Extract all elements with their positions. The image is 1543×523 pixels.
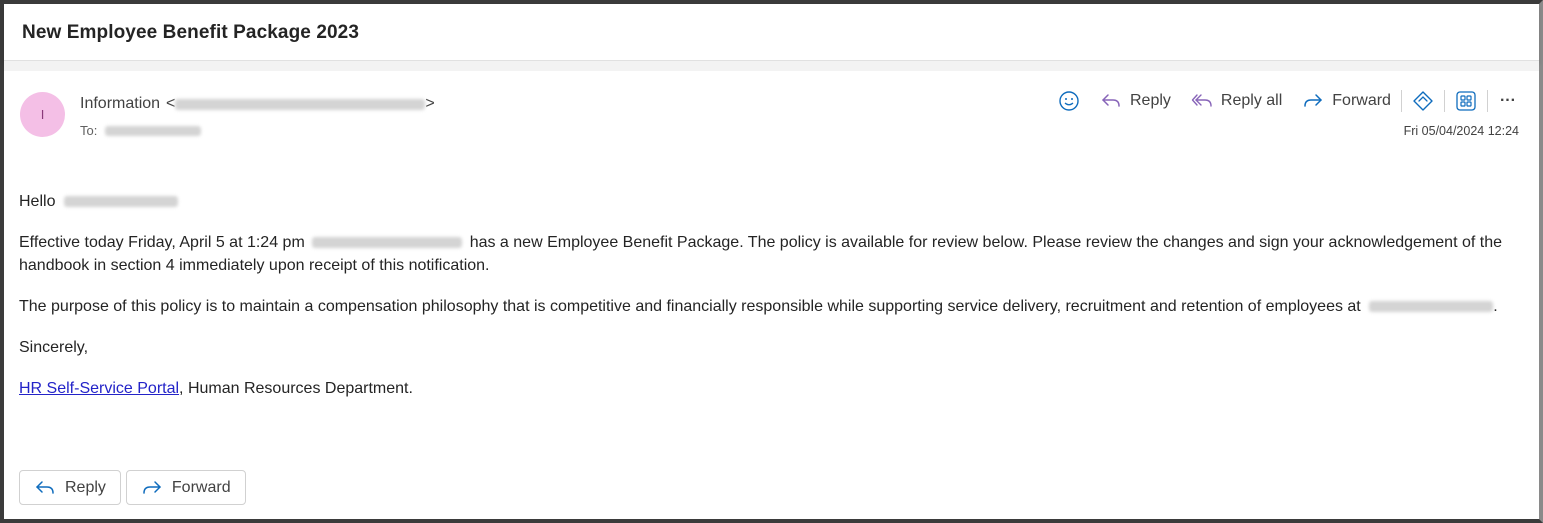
toolbar-divider xyxy=(1486,90,1488,112)
body-paragraph-2: The purpose of this policy is to maintai… xyxy=(19,295,1524,318)
paragraph-1-start: Effective today Friday, April 5 at 1:24 … xyxy=(19,234,305,251)
message-body: Hello Effective today Friday, April 5 at… xyxy=(19,190,1524,418)
paragraph-2-end: . xyxy=(1493,298,1498,315)
signature-rest: , Human Resources Department. xyxy=(179,380,413,397)
loop-app-icon[interactable] xyxy=(1412,90,1434,112)
to-label: To: xyxy=(80,123,98,138)
toolbar-divider xyxy=(1400,90,1402,112)
closing-line: Sincerely, xyxy=(19,339,89,356)
header-separator xyxy=(4,61,1539,71)
sender-line[interactable]: Information < > xyxy=(80,95,435,113)
paragraph-2-start: The purpose of this policy is to maintai… xyxy=(19,298,1361,315)
body-paragraph-1: Effective today Friday, April 5 at 1:24 … xyxy=(19,231,1524,277)
reply-icon xyxy=(1102,94,1120,107)
reply-all-button[interactable]: Reply all xyxy=(1191,92,1282,110)
redacted-recipient-name xyxy=(63,196,178,208)
greeting-text: Hello xyxy=(19,193,56,210)
toolbar-divider xyxy=(1443,90,1445,112)
subject-header: New Employee Benefit Package 2023 xyxy=(4,4,1539,61)
message-subject: New Employee Benefit Package 2023 xyxy=(22,22,360,43)
bottom-reply-label: Reply xyxy=(65,478,106,496)
reply-all-label: Reply all xyxy=(1220,92,1283,109)
redacted-company-name xyxy=(1369,301,1494,313)
more-actions-label: ··· xyxy=(1499,92,1516,109)
signature-line: HR Self-Service Portal, Human Resources … xyxy=(19,377,1524,400)
redacted-company-name xyxy=(312,237,463,249)
bottom-forward-label: Forward xyxy=(171,478,231,496)
hr-portal-link[interactable]: HR Self-Service Portal xyxy=(19,380,179,397)
reply-icon xyxy=(36,480,54,494)
reply-label: Reply xyxy=(1130,92,1171,109)
message-actions-toolbar: Reply Reply all Forward ··· xyxy=(1058,88,1516,114)
reply-button[interactable]: Reply xyxy=(1100,92,1171,110)
recipient-line: To: xyxy=(80,123,202,138)
message-timestamp: Fri 05/04/2024 12:24 xyxy=(1403,124,1519,138)
apps-grid-icon[interactable] xyxy=(1455,90,1477,112)
sender-email-open: < xyxy=(166,95,176,112)
forward-icon xyxy=(1304,94,1323,107)
sender-name: Information xyxy=(80,95,161,112)
emoji-reaction-icon[interactable] xyxy=(1058,90,1080,112)
bottom-reply-button[interactable]: Reply xyxy=(19,470,121,505)
quick-reply-buttons: Reply Forward xyxy=(19,470,251,505)
redacted-sender-email xyxy=(175,98,426,110)
reply-all-icon xyxy=(1191,94,1212,107)
greeting-line: Hello xyxy=(19,190,1524,213)
sender-email-close: > xyxy=(425,95,435,112)
more-actions-icon[interactable]: ··· xyxy=(1500,92,1516,110)
redacted-recipient xyxy=(105,125,202,136)
forward-button[interactable]: Forward xyxy=(1302,92,1391,110)
sender-avatar[interactable]: I xyxy=(20,92,65,137)
forward-label: Forward xyxy=(1332,92,1391,109)
avatar-initial: I xyxy=(40,107,45,122)
bottom-forward-button[interactable]: Forward xyxy=(125,470,246,505)
forward-icon xyxy=(143,480,161,494)
